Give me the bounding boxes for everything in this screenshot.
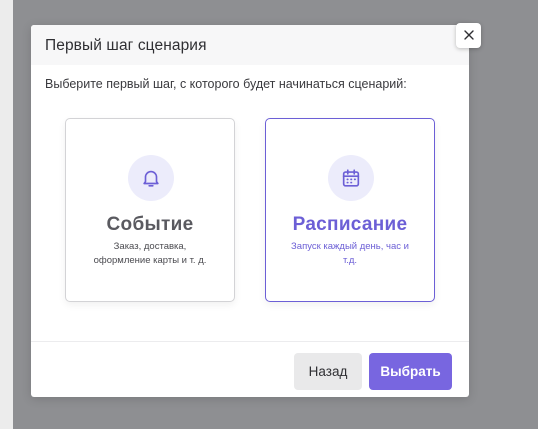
dialog-subtitle: Выберите первый шаг, с которого будет на… [45,77,407,91]
close-button[interactable] [456,23,481,48]
option-title-schedule: Расписание [292,214,408,235]
footer-divider [31,341,469,342]
close-icon [463,27,474,45]
dialog-header: Первый шаг сценария [31,25,469,65]
dialog-title: Первый шаг сценария [45,37,207,54]
bell-icon [128,155,174,201]
option-description-schedule: Запуск каждый день, час и т.д. [291,241,409,266]
option-title-event: Событие [106,214,194,235]
scenario-first-step-dialog: Первый шаг сценария Выберите первый шаг,… [31,25,469,397]
calendar-icon [328,155,374,201]
select-button[interactable]: Выбрать [369,353,452,390]
option-description-event: Заказ, доставка, оформление карты и т. д… [93,241,207,266]
backdrop [0,0,13,429]
back-button[interactable]: Назад [294,353,362,390]
option-card-schedule[interactable]: Расписание Запуск каждый день, час и т.д… [265,118,435,302]
option-card-event[interactable]: Событие Заказ, доставка, оформление карт… [65,118,235,302]
